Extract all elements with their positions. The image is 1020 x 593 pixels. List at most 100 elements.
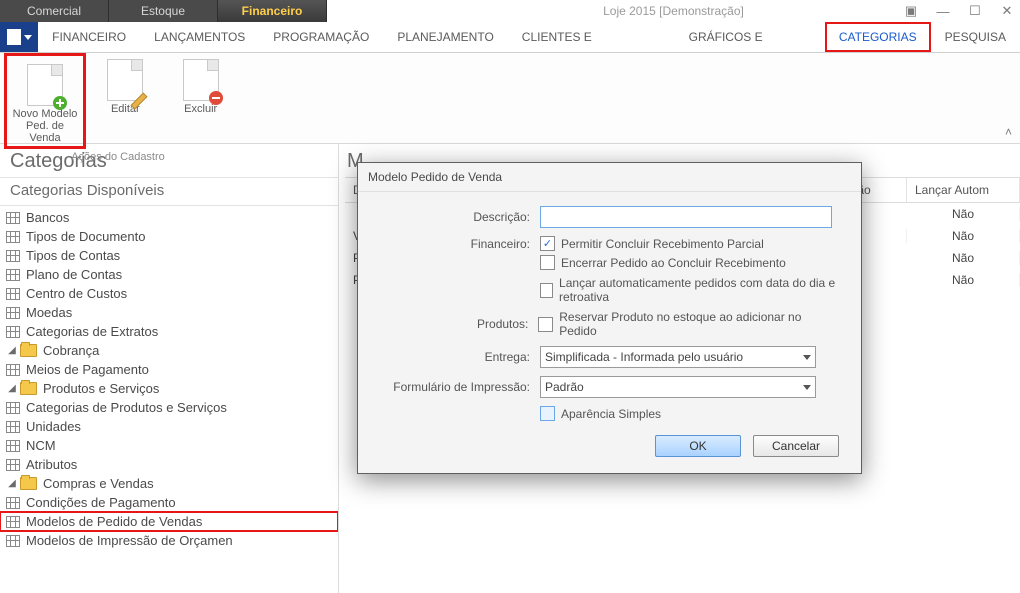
- descricao-input[interactable]: [540, 206, 832, 228]
- ribbon-tab-strip: FINANCEIRO LANÇAMENTOS PROGRAMAÇÃO PLANE…: [0, 22, 1020, 53]
- categories-panel: Categorias Categorias Disponíveis Bancos…: [0, 144, 339, 593]
- label-financeiro: Financeiro:: [380, 237, 540, 251]
- minus-badge-icon: [209, 91, 223, 105]
- highlight-novo-modelo: Novo Modelo Ped. de Venda: [4, 53, 86, 149]
- grid-icon: [6, 402, 20, 414]
- excluir-button[interactable]: Excluir: [165, 53, 237, 115]
- categories-tree[interactable]: Bancos Tipos de Documento Tipos de Conta…: [0, 206, 338, 593]
- window-title-area: Loje 2015 [Demonstração] ▣ — ☐ ✕: [327, 0, 1020, 22]
- window-maximize-icon[interactable]: ☐: [968, 3, 982, 19]
- ribbon-tab-planejamento[interactable]: PLANEJAMENTO: [383, 22, 507, 52]
- grid-icon: [6, 288, 20, 300]
- tree-item-ncm[interactable]: NCM: [0, 436, 338, 455]
- tree-item-plano-contas[interactable]: Plano de Contas: [0, 265, 338, 284]
- ribbon-tab-graficos[interactable]: GRÁFICOS E RELATÓRIOS: [675, 22, 825, 52]
- folder-icon: [20, 382, 37, 395]
- tree-item-modelos-pedido-vendas[interactable]: Modelos de Pedido de Vendas: [0, 512, 338, 531]
- checkbox-icon: [538, 317, 553, 332]
- twisty-open-icon[interactable]: ◢: [6, 345, 18, 356]
- tree-item-tipos-contas[interactable]: Tipos de Contas: [0, 246, 338, 265]
- tree-item-centro-custos[interactable]: Centro de Custos: [0, 284, 338, 303]
- novo-modelo-label1: Novo Modelo: [9, 108, 81, 120]
- formulario-combo[interactable]: Padrão: [540, 376, 816, 398]
- grid-icon: [6, 421, 20, 433]
- tree-item-condicoes-pagamento[interactable]: Condições de Pagamento: [0, 493, 338, 512]
- ok-button[interactable]: OK: [655, 435, 741, 457]
- ribbon-collapse-icon[interactable]: ˄: [1005, 125, 1012, 139]
- checkbox-icon: [540, 406, 555, 421]
- window-title: Loje 2015 [Demonstração]: [603, 4, 744, 18]
- checkbox-icon: [540, 255, 555, 270]
- ribbon-tab-pesquisa[interactable]: PESQUISA: [931, 22, 1020, 52]
- twisty-open-icon[interactable]: ◢: [6, 478, 18, 489]
- window-minimize-icon[interactable]: —: [936, 4, 950, 19]
- grid-icon: [6, 535, 20, 547]
- cancel-button[interactable]: Cancelar: [753, 435, 839, 457]
- editar-label: Editar: [89, 103, 161, 115]
- tree-item-atributos[interactable]: Atributos: [0, 455, 338, 474]
- grid-icon: [6, 307, 20, 319]
- chevron-down-icon: [24, 35, 32, 40]
- grid-icon: [6, 364, 20, 376]
- tree-item-meios-pagamento[interactable]: Meios de Pagamento: [0, 360, 338, 379]
- checkbox-icon: ✓: [540, 236, 555, 251]
- grid-icon: [6, 326, 20, 338]
- check-aparencia[interactable]: Aparência Simples: [540, 406, 839, 421]
- module-tab-comercial[interactable]: Comercial: [0, 0, 109, 22]
- tree-folder-cobranca[interactable]: ◢Cobrança: [0, 341, 338, 360]
- tree-item-tipos-documento[interactable]: Tipos de Documento: [0, 227, 338, 246]
- check-reservar[interactable]: Reservar Produto no estoque ao adicionar…: [538, 310, 839, 338]
- editar-button[interactable]: Editar: [89, 53, 161, 115]
- grid-icon: [6, 250, 20, 262]
- tree-item-categorias-extratos[interactable]: Categorias de Extratos: [0, 322, 338, 341]
- checkbox-icon: [540, 283, 553, 298]
- entrega-combo[interactable]: Simplificada - Informada pelo usuário: [540, 346, 816, 368]
- module-tab-estoque[interactable]: Estoque: [109, 0, 218, 22]
- novo-modelo-label2: Ped. de Venda: [9, 120, 81, 144]
- tree-folder-produtos[interactable]: ◢Produtos e Serviços: [0, 379, 338, 398]
- tree-item-modelos-impressao[interactable]: Modelos de Impressão de Orçamen: [0, 531, 338, 550]
- ribbon-tab-lancamentos[interactable]: LANÇAMENTOS: [140, 22, 259, 52]
- tree-item-unidades[interactable]: Unidades: [0, 417, 338, 436]
- chevron-down-icon: [803, 385, 811, 390]
- grid-icon: [6, 516, 20, 528]
- formulario-value: Padrão: [545, 380, 584, 394]
- label-entrega: Entrega:: [380, 350, 540, 364]
- check-lancar-auto[interactable]: Lançar automaticamente pedidos com data …: [540, 276, 839, 304]
- cell-nao: Não: [907, 207, 1020, 221]
- col-lancar[interactable]: Lançar Autom: [907, 178, 1020, 202]
- dialog-title: Modelo Pedido de Venda: [358, 163, 861, 192]
- ribbon-tab-financeiro[interactable]: FINANCEIRO: [38, 22, 140, 52]
- ribbon-tab-categorias[interactable]: CATEGORIAS: [825, 22, 931, 52]
- plus-badge-icon: [53, 96, 67, 110]
- window-close-icon[interactable]: ✕: [1000, 3, 1014, 19]
- chevron-down-icon: [803, 355, 811, 360]
- check-permitir[interactable]: ✓ Permitir Concluir Recebimento Parcial: [540, 236, 764, 251]
- excluir-label: Excluir: [165, 103, 237, 115]
- tree-item-categorias-produtos[interactable]: Categorias de Produtos e Serviços: [0, 398, 338, 417]
- grid-icon: [6, 231, 20, 243]
- grid-icon: [6, 440, 20, 452]
- label-formulario: Formulário de Impressão:: [380, 380, 540, 394]
- folder-icon: [20, 477, 37, 490]
- file-doc-icon: [7, 29, 21, 45]
- window-compact-icon[interactable]: ▣: [904, 3, 918, 19]
- ribbon-group-label: Ações do Cadastro: [4, 151, 232, 163]
- grid-icon: [6, 497, 20, 509]
- tree-item-moedas[interactable]: Moedas: [0, 303, 338, 322]
- file-menu-button[interactable]: [0, 22, 38, 52]
- novo-modelo-button[interactable]: Novo Modelo Ped. de Venda: [9, 58, 81, 144]
- modelo-pedido-dialog: Modelo Pedido de Venda Descrição: Financ…: [357, 162, 862, 474]
- panel-subtitle: Categorias Disponíveis: [0, 177, 338, 206]
- module-bar: Comercial Estoque Financeiro Loje 2015 […: [0, 0, 1020, 22]
- ribbon-body: Novo Modelo Ped. de Venda Editar Excluir…: [0, 53, 1020, 144]
- twisty-open-icon[interactable]: ◢: [6, 383, 18, 394]
- tree-folder-compras[interactable]: ◢Compras e Vendas: [0, 474, 338, 493]
- tree-item-bancos[interactable]: Bancos: [0, 208, 338, 227]
- check-encerrar[interactable]: Encerrar Pedido ao Concluir Recebimento: [540, 255, 839, 270]
- ribbon-tab-programacao[interactable]: PROGRAMAÇÃO: [259, 22, 383, 52]
- entrega-value: Simplificada - Informada pelo usuário: [545, 350, 743, 364]
- ribbon-tab-clientes[interactable]: CLIENTES E FORNECEDORES: [508, 22, 675, 52]
- module-tab-financeiro[interactable]: Financeiro: [218, 0, 327, 22]
- grid-icon: [6, 269, 20, 281]
